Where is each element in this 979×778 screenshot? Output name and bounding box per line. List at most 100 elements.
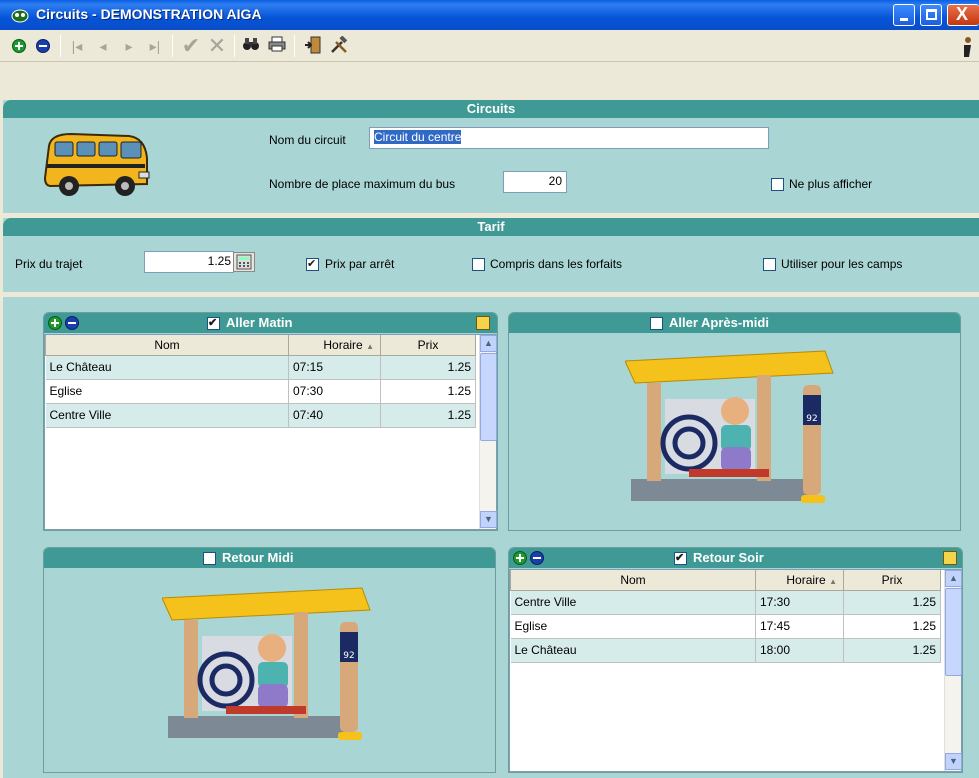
scroll-thumb[interactable] <box>945 588 962 676</box>
add-icon <box>12 39 26 53</box>
bus-stop-illustration: 92 <box>625 350 834 503</box>
hide-label: Ne plus afficher <box>789 177 873 191</box>
retour-soir-remove-button[interactable] <box>530 551 544 568</box>
retour-soir-title: Retour Soir <box>693 550 764 565</box>
retour-soir-add-button[interactable] <box>513 551 527 568</box>
calculator-button[interactable] <box>233 252 255 272</box>
add-button[interactable] <box>8 36 30 56</box>
bus-stop-number: 92 <box>806 414 817 424</box>
next-icon: ▸ <box>125 38 133 54</box>
toolbar: |◂ ◂ ▸ ▸| ✔ ✕ <box>0 30 979 62</box>
price-label: Prix du trajet <box>15 257 83 271</box>
remove-icon <box>65 316 79 330</box>
maximize-button[interactable] <box>920 4 942 26</box>
tarif-header: Tarif <box>3 218 979 236</box>
aller-matin-remove-button[interactable] <box>65 316 79 333</box>
minimize-icon <box>900 18 908 21</box>
circuit-name-input[interactable]: Circuit du centre <box>369 127 769 149</box>
add-icon <box>48 316 62 330</box>
cancel-button[interactable]: ✕ <box>206 33 228 58</box>
circuits-header: Circuits <box>3 100 979 118</box>
add-icon <box>513 551 527 565</box>
close-button[interactable]: X <box>947 4 979 26</box>
scroll-up-icon[interactable]: ▲ <box>945 570 962 587</box>
edit-schedule-icon[interactable] <box>943 551 957 565</box>
previous-record-button[interactable]: ◂ <box>92 36 114 56</box>
bus-stop-illustration: 92 <box>162 587 371 740</box>
circuit-name-label: Nom du circuit <box>269 133 346 147</box>
remove-icon <box>530 551 544 565</box>
scroll-thumb[interactable] <box>480 353 497 441</box>
scroll-up-icon[interactable]: ▲ <box>480 335 497 352</box>
scroll-down-icon[interactable]: ▼ <box>945 753 962 770</box>
remove-icon <box>36 39 50 53</box>
aller-matin-title: Aller Matin <box>226 315 293 330</box>
aller-matin-checkbox[interactable] <box>207 316 220 330</box>
column-header-nom[interactable]: Nom <box>510 570 756 591</box>
camps-label: Utiliser pour les camps <box>781 257 903 271</box>
scroll-down-icon[interactable]: ▼ <box>480 511 497 528</box>
max-seats-input[interactable]: 20 <box>503 171 567 193</box>
column-header-prix[interactable]: Prix <box>843 570 941 591</box>
table-row[interactable]: Eglise 07:30 1.25 <box>45 378 476 404</box>
price-input[interactable]: 1.25 <box>144 251 234 273</box>
column-header-horaire[interactable]: Horaire ▲ <box>755 570 844 591</box>
app-icon <box>11 9 29 23</box>
column-header-nom[interactable]: Nom <box>45 335 289 356</box>
validate-button[interactable]: ✔ <box>180 33 202 58</box>
column-header-prix[interactable]: Prix <box>380 335 476 356</box>
price-per-stop-checkbox[interactable] <box>306 257 319 271</box>
retour-soir-checkbox[interactable] <box>674 551 687 565</box>
last-icon: ▸| <box>149 38 161 54</box>
hide-checkbox[interactable] <box>771 178 784 191</box>
maximize-icon <box>926 9 937 20</box>
minimize-button[interactable] <box>893 4 915 26</box>
search-button[interactable] <box>240 36 262 56</box>
info-icon <box>964 37 971 57</box>
tools-icon <box>331 35 348 53</box>
binoculars-icon <box>243 38 259 50</box>
remove-button[interactable] <box>32 36 54 56</box>
aller-apres-midi-checkbox[interactable] <box>650 317 663 330</box>
price-per-stop-label: Prix par arrêt <box>325 257 395 271</box>
aller-matin-panel: Aller Matin Nom Horaire ▲ Prix Le Châtea… <box>43 312 498 531</box>
retour-soir-panel: Retour Soir Nom Horaire ▲ Prix Centre Vi… <box>508 547 963 773</box>
aller-apres-midi-header: Aller Après-midi <box>509 313 960 333</box>
retour-midi-panel: Retour Midi 92 <box>43 547 496 773</box>
first-record-button[interactable]: |◂ <box>66 36 88 56</box>
door-exit-icon <box>305 36 321 54</box>
school-bus-icon <box>43 132 150 196</box>
print-button[interactable] <box>266 36 288 56</box>
cancel-icon: ✕ <box>207 33 227 58</box>
table-row[interactable]: Le Château 07:15 1.25 <box>45 354 476 380</box>
aller-apres-midi-title: Aller Après-midi <box>669 315 769 330</box>
price-value: 1.25 <box>207 254 231 268</box>
aller-matin-scrollbar[interactable]: ▲ ▼ <box>479 335 497 529</box>
calculator-icon <box>236 254 252 270</box>
table-row[interactable]: Eglise 17:45 1.25 <box>510 613 941 639</box>
info-button[interactable] <box>956 36 978 57</box>
column-header-horaire[interactable]: Horaire ▲ <box>288 335 381 356</box>
forfaits-checkbox[interactable] <box>472 258 485 271</box>
last-record-button[interactable]: ▸| <box>144 36 166 56</box>
previous-icon: ◂ <box>99 38 107 54</box>
check-icon: ✔ <box>181 33 201 58</box>
edit-schedule-icon[interactable] <box>476 316 490 330</box>
aller-apres-midi-panel: Aller Après-midi 92 <box>508 312 961 531</box>
next-record-button[interactable]: ▸ <box>118 36 140 56</box>
tools-button[interactable] <box>328 35 350 56</box>
retour-midi-checkbox[interactable] <box>203 552 216 565</box>
tarif-panel: Tarif Prix du trajet 1.25 Prix par arrêt… <box>3 218 979 292</box>
table-row[interactable]: Centre Ville 07:40 1.25 <box>45 402 476 428</box>
table-row[interactable]: Le Château 18:00 1.25 <box>510 637 941 663</box>
camps-checkbox[interactable] <box>763 258 776 271</box>
bus-stop-number: 92 <box>343 651 354 661</box>
table-row[interactable]: Centre Ville 17:30 1.25 <box>510 589 941 615</box>
sort-ascending-icon: ▲ <box>366 341 374 351</box>
title-bar[interactable]: Circuits - DEMONSTRATION AIGA X <box>0 0 979 30</box>
first-icon: |◂ <box>71 38 83 54</box>
forfaits-label: Compris dans les forfaits <box>490 257 623 271</box>
retour-soir-scrollbar[interactable]: ▲ ▼ <box>944 570 962 771</box>
aller-matin-add-button[interactable] <box>48 316 62 333</box>
exit-button[interactable] <box>302 36 324 56</box>
